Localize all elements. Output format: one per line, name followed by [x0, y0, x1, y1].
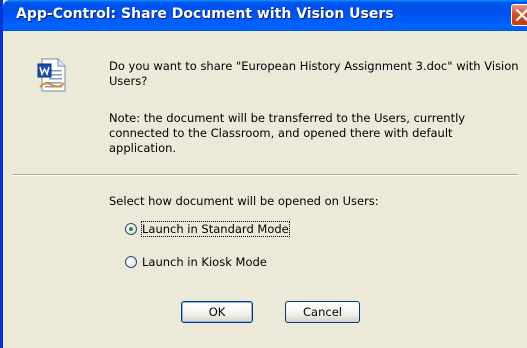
divider — [13, 174, 518, 176]
title-bar[interactable]: App-Control: Share Document with Vision … — [3, 0, 527, 31]
share-question: Do you want to share "European History A… — [109, 59, 519, 88]
close-button[interactable] — [511, 4, 527, 26]
window-title: App-Control: Share Document with Vision … — [16, 6, 394, 22]
word-document-icon — [37, 58, 66, 92]
transfer-note: Note: the document will be transferred t… — [109, 111, 466, 155]
radio-button-selected[interactable] — [125, 223, 137, 235]
radio-kiosk-mode[interactable]: Launch in Kiosk Mode — [125, 255, 267, 269]
radio-dot — [129, 227, 133, 231]
cancel-button[interactable]: Cancel — [285, 301, 360, 323]
open-mode-label: Select how document will be opened on Us… — [109, 194, 379, 208]
close-icon — [516, 9, 527, 21]
radio-button[interactable] — [125, 256, 137, 268]
dialog-window: App-Control: Share Document with Vision … — [0, 0, 527, 348]
radio-label-kiosk[interactable]: Launch in Kiosk Mode — [142, 255, 267, 269]
radio-label-standard[interactable]: Launch in Standard Mode — [141, 221, 290, 237]
radio-standard-mode[interactable]: Launch in Standard Mode — [125, 221, 290, 237]
ok-button[interactable]: OK — [181, 301, 253, 323]
